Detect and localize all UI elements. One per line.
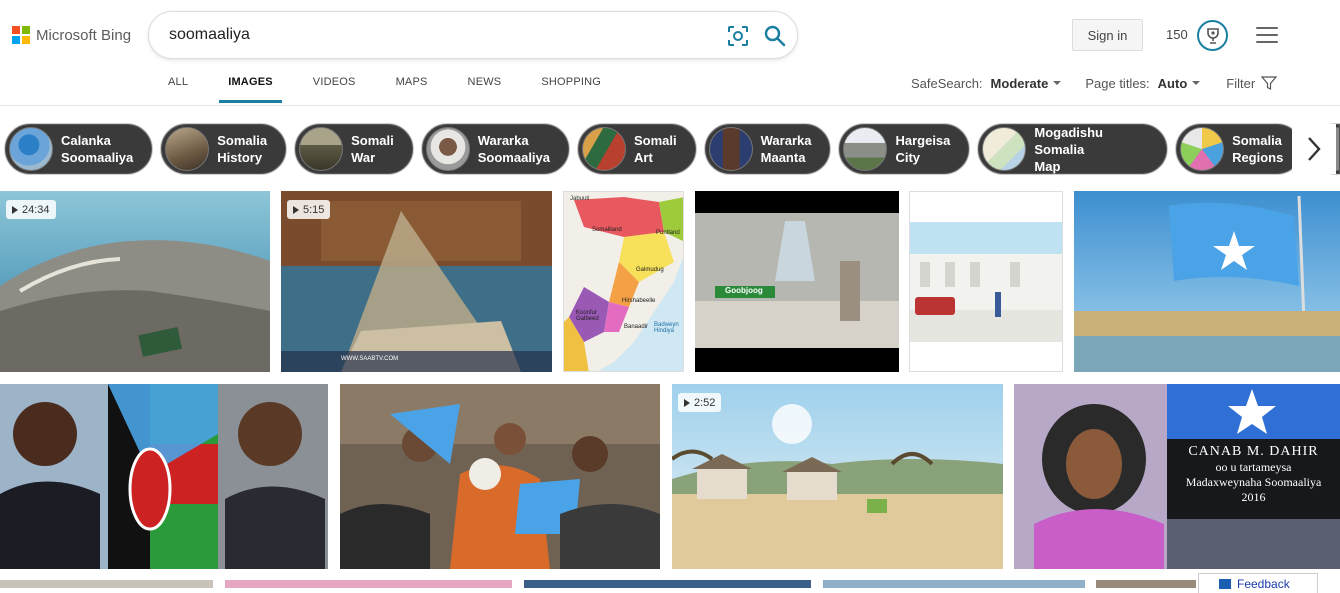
caption-block: CANAB M. DAHIR oo u tartameysa Madaxweyn…	[1185, 444, 1322, 504]
safesearch-label: SafeSearch:	[911, 75, 983, 91]
search-input[interactable]	[169, 24, 709, 46]
image-result[interactable]	[225, 580, 512, 588]
image-result[interactable]	[1074, 191, 1340, 372]
chip-thumbnail	[582, 127, 627, 171]
rewards-trophy-icon[interactable]	[1197, 20, 1228, 51]
related-chip[interactable]: Wararka Soomaaliya	[421, 124, 570, 174]
search-icon[interactable]	[763, 24, 787, 48]
feedback-button[interactable]: Feedback	[1198, 573, 1318, 593]
page-titles-label: Page titles:	[1085, 75, 1150, 91]
filter-button[interactable]: Filter	[1226, 76, 1255, 91]
sign-in-button[interactable]: Sign in	[1072, 19, 1143, 51]
page-titles-dropdown[interactable]: Auto	[1158, 76, 1188, 91]
result-image	[695, 213, 899, 348]
header-bar: Microsoft Bing Sign in 150 ALL IMAGES VI…	[0, 0, 1340, 106]
image-result[interactable]	[0, 384, 328, 569]
result-image	[910, 222, 1062, 342]
image-result[interactable]: WWW.SAABTV.COM 5:15	[281, 191, 552, 372]
chevron-down-icon[interactable]	[1053, 81, 1062, 85]
play-icon	[12, 205, 18, 214]
tab-all[interactable]: ALL	[168, 76, 188, 106]
chip-thumbnail	[1180, 127, 1225, 171]
filter-icon[interactable]	[1261, 75, 1278, 91]
related-chip[interactable]: Somali War	[295, 124, 413, 174]
chip-thumbnail	[843, 127, 888, 171]
related-chip[interactable]: Somali Art	[578, 124, 696, 174]
result-image	[672, 384, 1003, 569]
chip-thumbnail	[425, 127, 470, 171]
image-result[interactable]	[0, 580, 213, 588]
video-duration-badge: 24:34	[6, 200, 56, 219]
logo-text: Microsoft Bing	[36, 26, 132, 44]
visual-search-icon[interactable]	[727, 25, 749, 47]
channel-logo-text: Goobjoog	[725, 286, 763, 295]
image-result[interactable]	[340, 384, 660, 569]
chip-thumbnail	[9, 127, 53, 171]
image-result[interactable]	[909, 191, 1063, 372]
chevron-down-icon[interactable]	[1192, 81, 1201, 85]
chip-thumbnail	[165, 127, 210, 171]
result-image	[340, 384, 660, 569]
play-icon	[684, 398, 690, 407]
safesearch-dropdown[interactable]: Moderate	[991, 76, 1049, 91]
somalia-regions-map	[564, 192, 683, 371]
related-chip[interactable]: Calanka Soomaaliya	[5, 124, 153, 174]
video-duration-badge: 2:52	[678, 393, 722, 412]
chip-thumbnail	[299, 127, 344, 171]
image-result[interactable]	[1096, 580, 1196, 588]
filter-bar: SafeSearch: Moderate Page titles: Auto F…	[911, 75, 1278, 91]
related-chip[interactable]: Hargeisa City	[839, 124, 970, 174]
tab-shopping[interactable]: SHOPPING	[541, 76, 601, 106]
tab-maps[interactable]: MAPS	[396, 76, 428, 106]
related-searches: Calanka Soomaaliya Somalia History Somali W…	[5, 124, 1340, 174]
image-result[interactable]: Jabuuti Somaliland Puntland Galmudug Hir…	[563, 191, 684, 372]
chip-thumbnail	[982, 127, 1027, 171]
related-chip[interactable]: Mogadishu Somalia Map	[978, 124, 1168, 174]
result-image	[1074, 191, 1340, 372]
feedback-icon	[1219, 578, 1231, 589]
bing-logo[interactable]: Microsoft Bing	[12, 26, 131, 44]
related-chip[interactable]: Wararka Maanta	[704, 124, 831, 174]
image-result[interactable]: 24:34	[0, 191, 270, 372]
tab-news[interactable]: NEWS	[468, 76, 502, 106]
menu-icon[interactable]	[1256, 27, 1278, 43]
image-result[interactable]: Goobjoog	[695, 191, 899, 372]
watermark-text: WWW.SAABTV.COM	[341, 356, 399, 362]
tab-images[interactable]: IMAGES	[219, 76, 282, 106]
search-box	[148, 11, 798, 59]
result-image	[0, 384, 328, 569]
play-icon	[293, 205, 299, 214]
image-result[interactable]	[823, 580, 1085, 588]
tab-videos[interactable]: VIDEOS	[313, 76, 356, 106]
rewards-points[interactable]: 150	[1166, 27, 1188, 42]
chip-thumbnail	[708, 127, 753, 171]
image-result[interactable]: 2:52	[672, 384, 1003, 569]
related-chip[interactable]: Somalia History	[161, 124, 287, 174]
video-duration-badge: 5:15	[287, 200, 331, 219]
image-result[interactable]: CANAB M. DAHIR oo u tartameysa Madaxweyn…	[1014, 384, 1340, 569]
chevron-right-icon[interactable]	[1292, 124, 1336, 174]
related-chip[interactable]: Somalia Regions	[1176, 124, 1303, 174]
image-result[interactable]	[524, 580, 811, 588]
microsoft-logo-icon	[12, 26, 30, 44]
scope-tabs: ALL IMAGES VIDEOS MAPS NEWS SHOPPING	[168, 76, 641, 106]
